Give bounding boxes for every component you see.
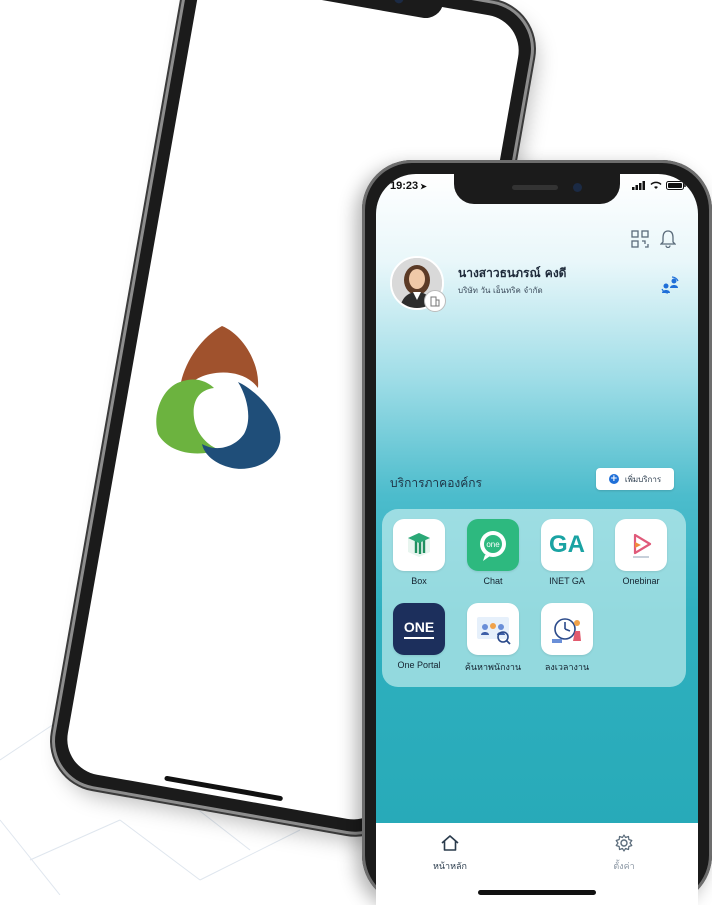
service-employee-search[interactable]: ค้นหาพนักงาน <box>458 603 528 674</box>
camera-dot <box>573 183 582 192</box>
service-inet-ga[interactable]: GA INET GA <box>532 519 602 586</box>
home-icon <box>441 835 459 851</box>
service-box[interactable]: Box <box>384 519 454 586</box>
one-portal-icon: ONE <box>393 603 445 655</box>
home-indicator <box>478 890 596 895</box>
portal-underline <box>404 636 434 639</box>
home-screen: 19:23 ➤ นางสาวธนภรณ์ คงดี บริษัท วัน เอ็… <box>376 174 698 905</box>
nav-settings[interactable]: ตั้งค่า <box>594 833 654 873</box>
speaker-grille <box>512 185 558 190</box>
add-service-button[interactable]: + เพิ่มบริการ <box>596 468 674 490</box>
service-onebinar[interactable]: Onebinar <box>606 519 676 586</box>
box-icon <box>393 519 445 571</box>
service-label: ค้นหาพนักงาน <box>464 662 522 672</box>
service-label: Onebinar <box>622 576 660 586</box>
building-icon <box>430 296 440 307</box>
add-service-label: เพิ่มบริการ <box>624 474 662 484</box>
user-company: บริษัท วัน เอ็นทริค จำกัด <box>458 286 543 295</box>
service-one-portal[interactable]: ONE One Portal <box>384 603 454 670</box>
gear-icon <box>615 834 633 852</box>
plus-icon: + <box>608 474 619 484</box>
signal-icon <box>632 181 645 190</box>
bell-icon[interactable] <box>660 229 676 248</box>
user-name: นางสาวธนภรณ์ คงดี <box>458 266 567 280</box>
service-time-attendance[interactable]: ลงเวลางาน <box>532 603 602 674</box>
phone-front: 19:23 ➤ นางสาวธนภรณ์ คงดี บริษัท วัน เอ็… <box>362 160 712 905</box>
nav-home-label: หน้าหลัก <box>432 862 468 872</box>
service-label: ลงเวลางาน <box>544 662 590 672</box>
phone-notch <box>454 174 620 204</box>
employee-search-icon <box>467 603 519 655</box>
nav-settings-label: ตั้งค่า <box>613 862 635 872</box>
service-label: One Portal <box>397 660 441 670</box>
section-title: บริการภาคองค์กร <box>390 476 482 490</box>
camera-dot <box>393 0 405 5</box>
chat-icon: one <box>467 519 519 571</box>
qr-scan-icon[interactable] <box>631 230 649 248</box>
avatar-badge <box>424 290 446 312</box>
status-icons <box>632 181 686 190</box>
nav-home[interactable]: หน้าหลัก <box>420 833 480 873</box>
services-panel: Box one Chat GA INET GA Onebinar ONE One… <box>382 509 686 687</box>
wifi-icon <box>650 181 662 189</box>
svg-text:one: one <box>486 540 500 549</box>
bottom-nav: หน้าหลัก ตั้งค่า <box>376 823 698 905</box>
onebinar-icon <box>615 519 667 571</box>
ga-icon: GA <box>541 519 593 571</box>
service-label: Chat <box>483 576 503 586</box>
location-arrow-icon: ➤ <box>420 182 427 191</box>
app-logo-icon <box>156 326 281 469</box>
battery-icon <box>666 181 686 190</box>
status-time: 19:23 ➤ <box>390 180 427 192</box>
service-chat[interactable]: one Chat <box>458 519 528 586</box>
service-label: Box <box>411 576 427 586</box>
time-attendance-icon <box>541 603 593 655</box>
service-label: INET GA <box>549 576 585 586</box>
switch-account-icon[interactable] <box>660 275 680 295</box>
